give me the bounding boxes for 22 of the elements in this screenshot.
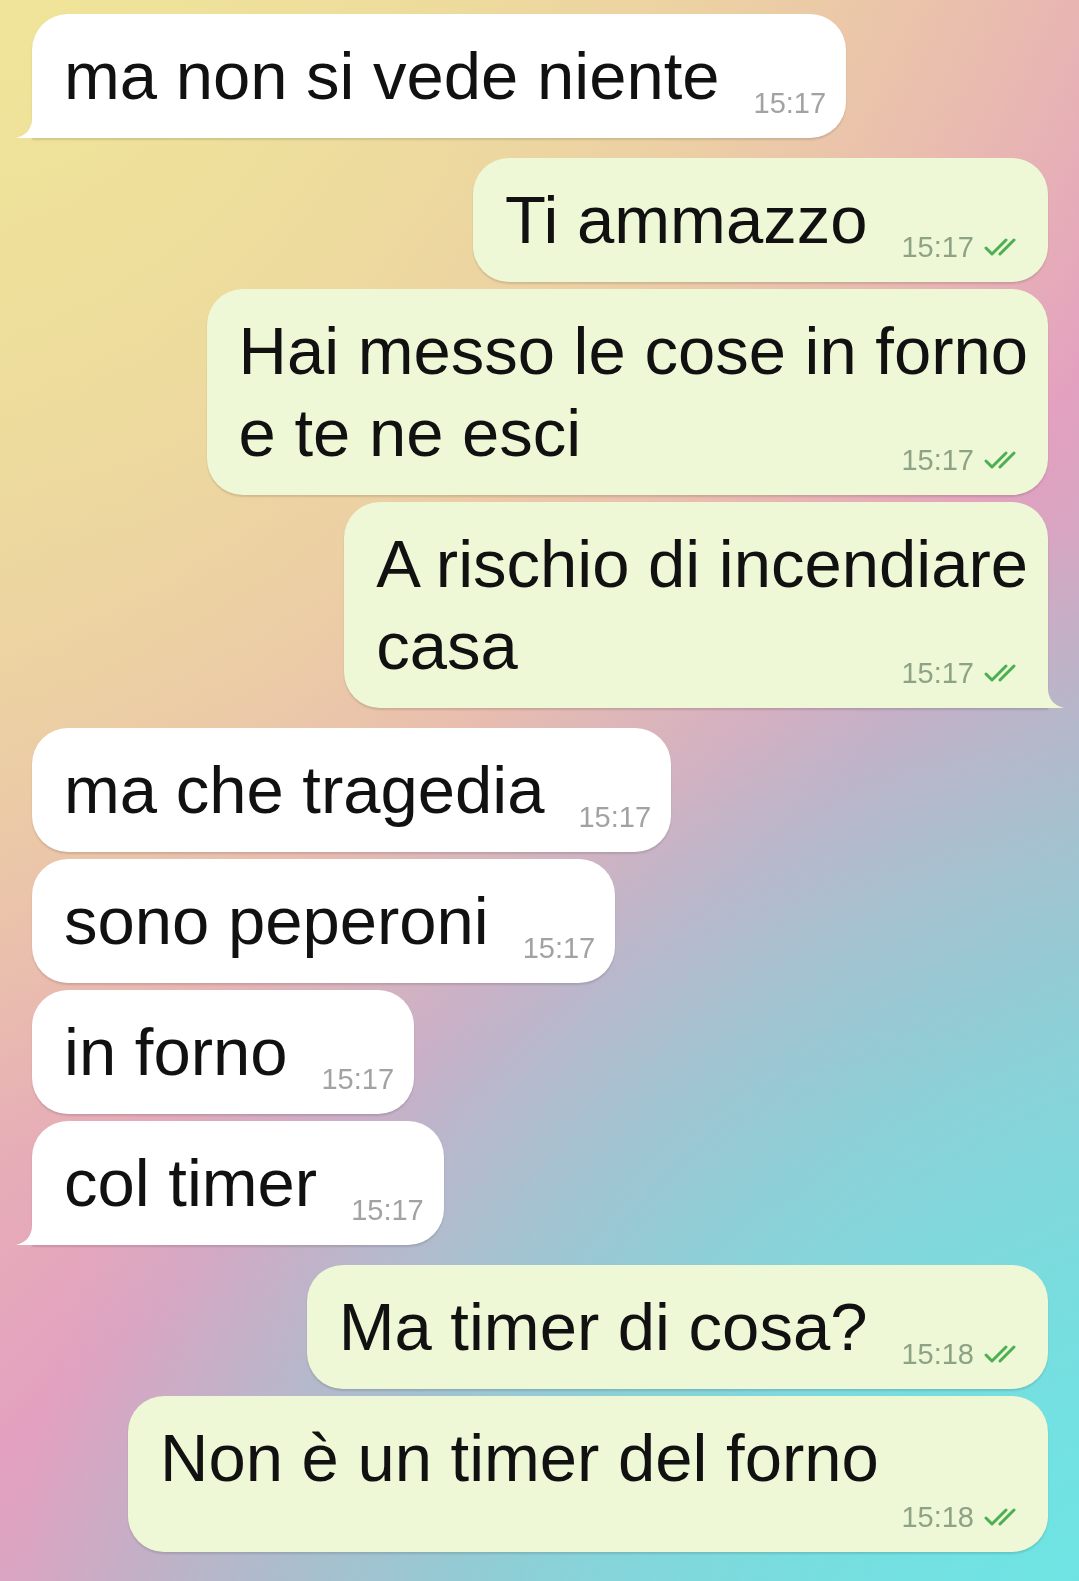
timestamp: 15:17 [901, 230, 974, 265]
timestamp: 15:17 [351, 1193, 424, 1228]
timestamp: 15:17 [522, 931, 596, 966]
message-text: casa [376, 607, 518, 685]
message-text: in forno [64, 1013, 288, 1091]
message-text: Ma timer di cosa? [338, 1288, 868, 1366]
message-text: ma che tragedia [64, 751, 545, 829]
message-text: A rischio di incendiare [376, 525, 1028, 603]
timestamp: 15:17 [901, 443, 974, 478]
message-text: e te ne esci [238, 394, 582, 472]
timestamp: 15:17 [578, 800, 652, 835]
timestamp: 15:17 [321, 1062, 395, 1097]
message-text: col timer [64, 1144, 318, 1222]
timestamp: 15:18 [901, 1337, 974, 1372]
message-text: sono peperoni [64, 882, 489, 960]
timestamp: 15:17 [753, 86, 827, 121]
message-text: Ti ammazzo [505, 181, 868, 259]
timestamp: 15:17 [901, 656, 974, 691]
message-text: ma non si vede niente [64, 37, 720, 115]
message-text: Hai messo le cose in forno [238, 312, 1028, 390]
message-text: Non è un timer del forno [160, 1419, 879, 1497]
timestamp: 15:18 [901, 1500, 974, 1535]
